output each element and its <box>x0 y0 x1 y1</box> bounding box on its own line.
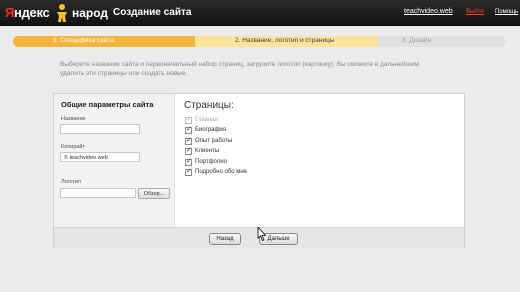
logo-letter: Я <box>5 5 15 20</box>
logo-label: Логотип <box>61 179 82 185</box>
logo-file-input[interactable] <box>60 188 136 198</box>
checkbox[interactable] <box>185 157 192 166</box>
params-title: Общие параметры сайта <box>61 100 154 109</box>
step-label-1: 1. Специфика сайта <box>53 37 114 44</box>
checkbox <box>185 115 192 124</box>
page-label: Главная <box>195 117 218 123</box>
logo-text: ндекс <box>14 5 50 20</box>
step-label-3: 3. Дизайн <box>402 37 432 44</box>
step-label-2: 2. Название, логотип и страницы <box>235 37 335 44</box>
intro-text: Выберите название сайта и первоначальный… <box>60 61 419 77</box>
mouse-cursor-icon <box>257 227 267 241</box>
copyright-label: Копирайт <box>61 144 86 150</box>
exit-link[interactable]: Выйти <box>466 9 484 15</box>
help-link[interactable]: Помощь <box>495 9 518 15</box>
page-title: Создание сайта <box>113 7 192 18</box>
page-label: Опыт работы <box>195 138 233 144</box>
checkbox[interactable] <box>185 167 192 176</box>
site-params-panel: Общие параметры сайта Название Копирайт … <box>54 94 175 227</box>
site-link[interactable]: teachvideo.web <box>404 8 453 15</box>
back-button[interactable]: Назад <box>209 233 241 245</box>
name-label: Название <box>61 116 86 122</box>
page-label: Подробно обо мне <box>195 169 247 175</box>
yandex-logo[interactable]: Яндекс <box>5 5 50 20</box>
page-label: Клиенты <box>195 148 220 154</box>
checkbox[interactable] <box>185 125 192 134</box>
pages-title: Страницы: <box>184 100 234 111</box>
copyright-input[interactable]: © teachvideo.web <box>60 152 140 162</box>
page-label: Портфолио <box>195 159 227 165</box>
wizard-progress: 1. Специфика сайта 2. Название, логотип … <box>13 36 506 47</box>
top-bar: Яндекс народ Создание сайта teachvideo.w… <box>0 0 520 26</box>
site-name-input[interactable] <box>60 124 140 134</box>
checkbox[interactable] <box>185 136 192 145</box>
browse-button[interactable]: Обзор... <box>138 188 170 199</box>
settings-panel: Общие параметры сайта Название Копирайт … <box>53 93 465 248</box>
narod-service-name[interactable]: народ <box>72 6 108 20</box>
checkbox[interactable] <box>185 146 192 155</box>
page-label: Биография <box>195 127 227 133</box>
narod-person-icon <box>57 4 67 22</box>
